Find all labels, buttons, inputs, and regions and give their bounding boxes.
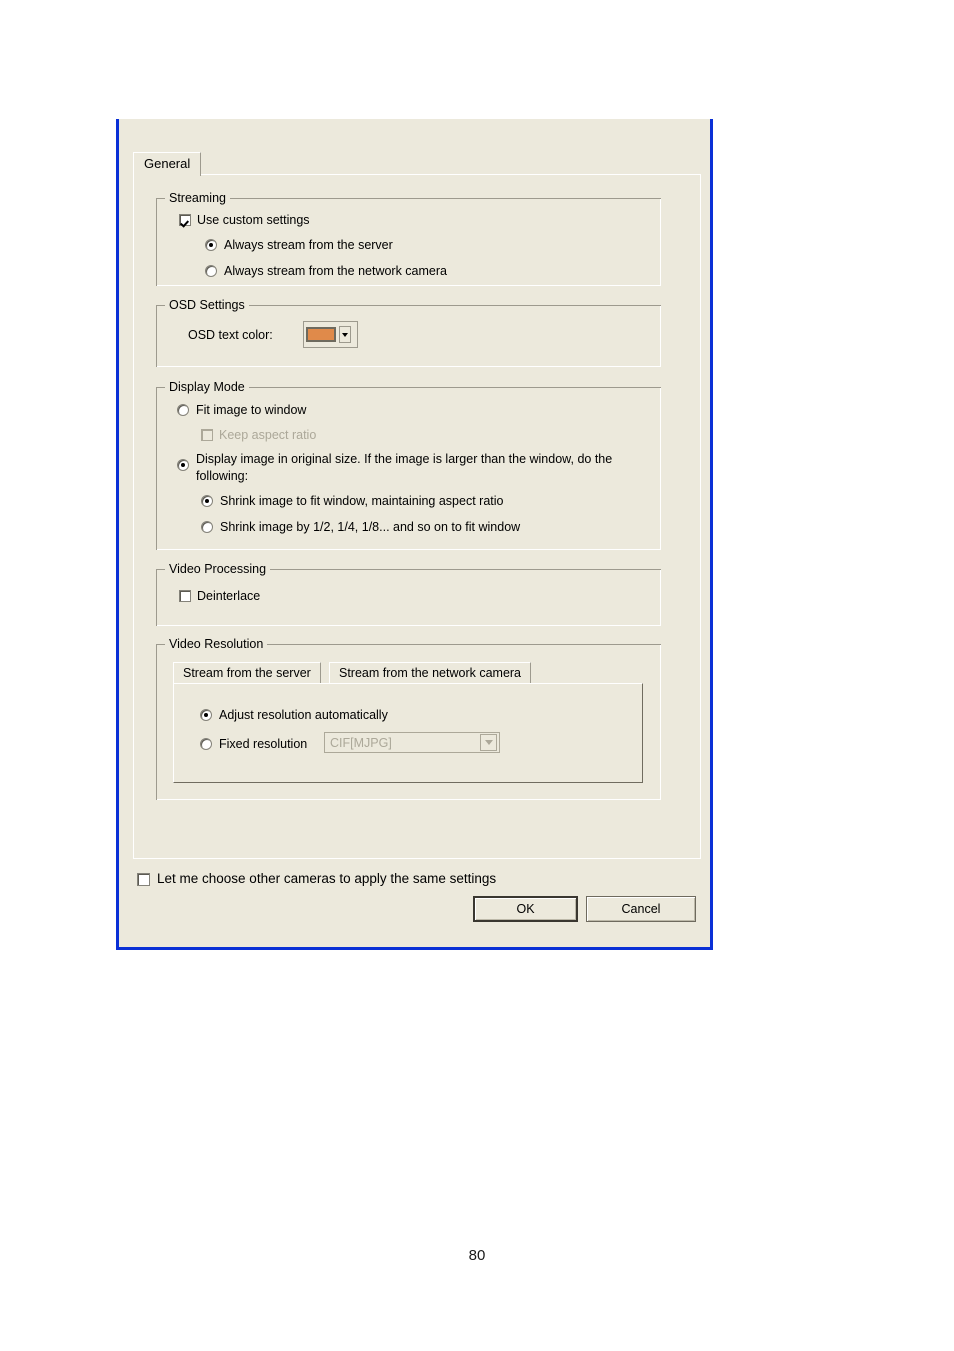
video-resolution-tab-strip: Stream from the server Stream from the n… <box>173 662 643 684</box>
group-display-mode-title: Display Mode <box>165 380 249 394</box>
radio-shrink-by-fractions[interactable]: Shrink image by 1/2, 1/4, 1/8... and so … <box>201 520 520 534</box>
group-streaming: Streaming Use custom settings Always str… <box>156 191 661 286</box>
tab-panel-general: Streaming Use custom settings Always str… <box>133 174 701 859</box>
properties-dialog: General Streaming Use custom settings Al… <box>116 119 713 950</box>
label-shrink-maintaining-aspect: Shrink image to fit window, maintaining … <box>220 494 504 508</box>
group-video-processing-title: Video Processing <box>165 562 271 576</box>
resolution-select[interactable]: CIF[MJPG] <box>324 732 500 753</box>
checkbox-deinterlace[interactable]: Deinterlace <box>179 589 260 603</box>
color-swatch[interactable] <box>306 327 336 342</box>
label-adjust-resolution-automatically: Adjust resolution automatically <box>219 708 388 722</box>
group-osd-settings-title: OSD Settings <box>165 298 249 312</box>
chevron-down-icon[interactable] <box>339 326 351 343</box>
group-video-resolution-title: Video Resolution <box>165 637 268 651</box>
radio-icon-fit-image-to-window <box>177 404 189 416</box>
radio-stream-from-server[interactable]: Always stream from the server <box>205 238 393 252</box>
radio-display-original-size[interactable]: Display image in original size. If the i… <box>177 451 632 485</box>
video-resolution-tab-panel: Adjust resolution automatically Fixed re… <box>173 683 643 783</box>
label-apply-other-cameras: Let me choose other cameras to apply the… <box>157 871 497 886</box>
caret-glyph <box>342 332 348 337</box>
checkbox-icon-apply-other-cameras <box>137 873 150 886</box>
checkbox-keep-aspect-ratio[interactable]: Keep aspect ratio <box>201 428 316 442</box>
tab-strip: General <box>133 152 701 176</box>
tab-stream-from-server[interactable]: Stream from the server <box>173 662 321 684</box>
tab-stream-from-network-camera[interactable]: Stream from the network camera <box>329 662 532 684</box>
label-stream-from-network-camera: Always stream from the network camera <box>224 264 447 278</box>
radio-icon-adjust-resolution-automatically <box>200 709 212 721</box>
radio-icon-display-original-size <box>177 459 189 471</box>
checkbox-icon-use-custom-settings <box>179 214 191 226</box>
group-streaming-title: Streaming <box>165 191 230 205</box>
caret-glyph-resolution <box>484 740 493 745</box>
radio-adjust-resolution-automatically[interactable]: Adjust resolution automatically <box>200 708 388 722</box>
chevron-down-icon-resolution[interactable] <box>480 734 497 751</box>
radio-stream-from-network-camera[interactable]: Always stream from the network camera <box>205 264 447 278</box>
osd-text-color-picker[interactable] <box>303 321 358 348</box>
checkbox-apply-other-cameras[interactable]: Let me choose other cameras to apply the… <box>137 871 496 887</box>
group-display-mode: Display Mode Fit image to window Keep as… <box>156 380 661 550</box>
label-deinterlace: Deinterlace <box>197 589 261 603</box>
radio-icon-fixed-resolution <box>200 738 212 750</box>
ok-button[interactable]: OK <box>473 896 578 922</box>
label-osd-text-color: OSD text color: <box>188 328 273 342</box>
radio-icon-shrink-by-fractions <box>201 521 213 533</box>
checkbox-use-custom-settings[interactable]: Use custom settings <box>179 213 310 227</box>
label-stream-from-server: Always stream from the server <box>224 238 393 252</box>
radio-fit-image-to-window[interactable]: Fit image to window <box>177 403 306 417</box>
radio-icon-shrink-maintaining-aspect <box>201 495 213 507</box>
group-video-processing: Video Processing Deinterlace <box>156 562 661 626</box>
checkbox-icon-deinterlace <box>179 590 191 602</box>
page-number: 80 <box>468 1247 486 1264</box>
radio-fixed-resolution[interactable]: Fixed resolution <box>200 737 307 751</box>
label-display-original-size: Display image in original size. If the i… <box>196 452 613 483</box>
label-fixed-resolution: Fixed resolution <box>219 737 308 751</box>
cancel-button[interactable]: Cancel <box>586 896 696 922</box>
radio-icon-stream-from-network-camera <box>205 265 217 277</box>
resolution-select-value: CIF[MJPG] <box>330 735 392 750</box>
radio-shrink-maintaining-aspect[interactable]: Shrink image to fit window, maintaining … <box>201 494 503 508</box>
tab-general[interactable]: General <box>133 152 202 176</box>
group-video-resolution: Video Resolution Stream from the server … <box>156 637 661 800</box>
label-use-custom-settings: Use custom settings <box>197 213 310 227</box>
group-osd-settings: OSD Settings OSD text color: <box>156 298 661 367</box>
radio-icon-stream-from-server <box>205 239 217 251</box>
label-shrink-by-fractions: Shrink image by 1/2, 1/4, 1/8... and so … <box>220 520 521 534</box>
checkbox-icon-keep-aspect-ratio <box>201 429 213 441</box>
label-keep-aspect-ratio: Keep aspect ratio <box>219 428 317 442</box>
label-fit-image-to-window: Fit image to window <box>196 403 307 417</box>
